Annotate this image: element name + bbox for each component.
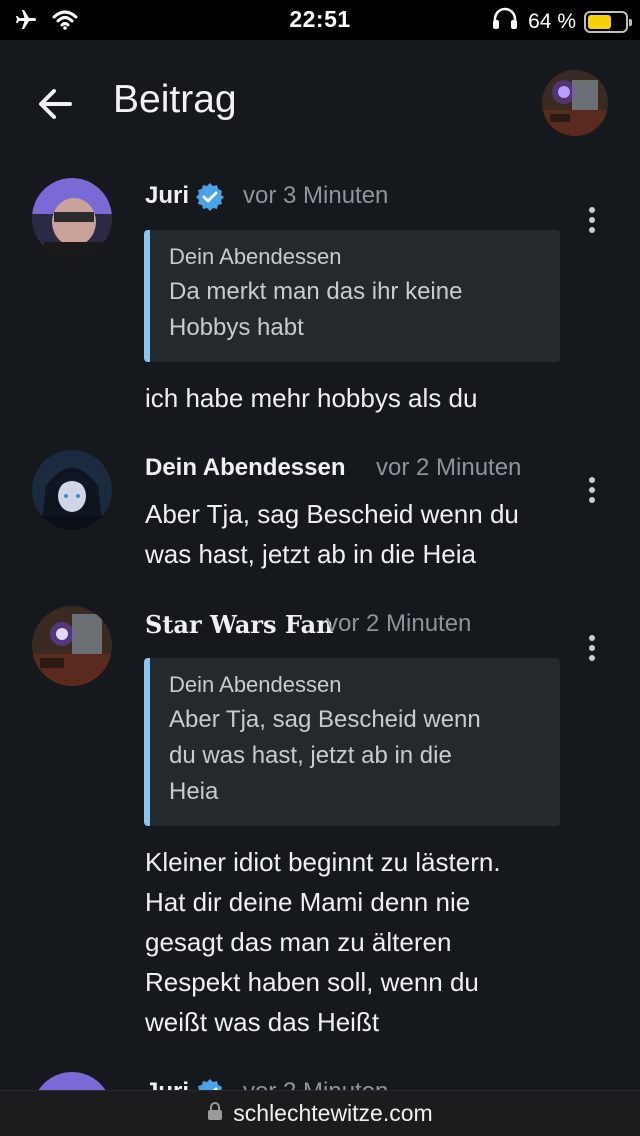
comment-time: vor 2 Minuten: [326, 610, 472, 637]
comment-time: vor 3 Minuten: [243, 182, 389, 209]
quoted-author: Dein Abendessen: [169, 244, 342, 269]
quoted-line: du was hast, jetzt ab in die: [169, 742, 452, 769]
browser-url-bar[interactable]: schlechtewitze.com: [0, 1090, 640, 1136]
avatar[interactable]: [32, 1072, 112, 1090]
comment-line: Respekt haben soll, wenn du: [145, 967, 479, 997]
avatar[interactable]: [32, 450, 112, 530]
quoted-author: Dein Abendessen: [169, 672, 342, 697]
comment-line: was hast, jetzt ab in die Heia: [145, 539, 476, 569]
more-options-button[interactable]: [576, 200, 608, 240]
more-options-button[interactable]: [576, 628, 608, 668]
comment-line: Aber Tja, sag Bescheid wenn du: [145, 499, 519, 529]
comment-line: ich habe mehr hobbys als du: [145, 383, 478, 413]
quoted-line: Aber Tja, sag Bescheid wenn: [169, 706, 481, 733]
comment-item: Star Wars Fan vor 2 Minuten Dein Abendes…: [0, 606, 640, 1056]
comment-text: Kleiner idiot beginnt zu lästern. Hat di…: [145, 842, 575, 1042]
lock-icon: [207, 1101, 223, 1126]
quoted-comment[interactable]: Dein Abendessen Aber Tja, sag Bescheid w…: [144, 658, 560, 826]
comment-feed[interactable]: Juri vor 3 Minuten Dein Abendessen Da me…: [0, 170, 640, 1090]
comment-time: vor 2 Minuten: [243, 1078, 388, 1090]
comment-text: Aber Tja, sag Bescheid wenn du was hast,…: [145, 494, 575, 574]
status-bar: 22:51 64 %: [0, 0, 640, 40]
quoted-line: Heia: [169, 778, 219, 805]
comment-item: Juri vor 2 Minuten: [0, 1072, 640, 1090]
comment-author[interactable]: Star Wars Fan: [145, 610, 334, 639]
status-right: 64 %: [490, 7, 632, 37]
comment-author[interactable]: Dein Abendessen: [145, 454, 346, 482]
quoted-line: Da merkt man das ihr keine: [169, 278, 463, 305]
comment-line: gesagt das man zu älteren: [145, 927, 452, 957]
verified-badge-icon: [195, 182, 225, 217]
quoted-line: Hobbys habt: [169, 314, 304, 341]
more-options-button[interactable]: [576, 470, 608, 510]
quoted-text: Da merkt man das ihr keine Hobbys habt: [169, 274, 542, 346]
quoted-comment[interactable]: Dein Abendessen Da merkt man das ihr kei…: [144, 230, 560, 362]
app-bar: Beitrag: [0, 40, 640, 170]
quoted-text: Aber Tja, sag Bescheid wenn du was hast,…: [169, 702, 542, 810]
comment-item: Juri vor 3 Minuten Dein Abendessen Da me…: [0, 170, 640, 440]
comment-text: ich habe mehr hobbys als du: [145, 378, 575, 418]
headphones-icon: [490, 7, 520, 37]
battery-fill: [588, 15, 612, 29]
comment-time: vor 2 Minuten: [376, 454, 522, 481]
comment-line: Hat dir deine Mami denn nie: [145, 887, 471, 917]
comment-line: Kleiner idiot beginnt zu lästern.: [145, 847, 501, 877]
battery-percent: 64 %: [528, 10, 576, 33]
avatar[interactable]: [32, 606, 112, 686]
back-button[interactable]: [32, 80, 80, 128]
verified-badge-icon: [195, 1078, 225, 1090]
comment-line: weißt was das Heißt: [145, 1007, 380, 1037]
arrow-left-icon: [39, 89, 72, 119]
comment-item: Dein Abendessen vor 2 Minuten Aber Tja, …: [0, 450, 640, 600]
page-title: Beitrag: [113, 78, 237, 121]
avatar[interactable]: [32, 178, 112, 258]
battery-icon: [584, 11, 632, 33]
user-avatar[interactable]: [542, 70, 608, 136]
url-text: schlechtewitze.com: [233, 1100, 433, 1126]
comment-author[interactable]: Juri: [145, 182, 189, 210]
comment-author[interactable]: Juri: [145, 1078, 189, 1090]
